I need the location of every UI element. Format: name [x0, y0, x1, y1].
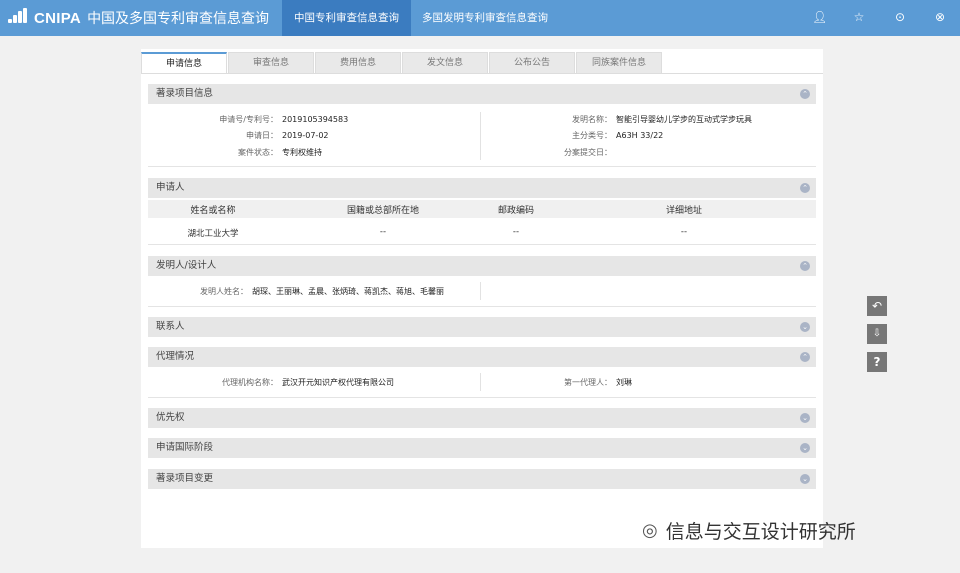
main-class-label: 主分类号： [572, 131, 612, 140]
field-main-class: 主分类号： A63H 33/22 [488, 130, 663, 141]
help-icon[interactable]: ? [867, 352, 887, 372]
nav-tab-multinational[interactable]: 多国发明专利审查信息查询 [410, 0, 560, 36]
first-agent-value: 刘琳 [616, 378, 632, 387]
logo[interactable]: CNIPA 中国及多国专利审查信息查询 [8, 0, 269, 36]
bibliographic-body: 申请号/专利号： 2019105394583 申请日： 2019-07-02 案件状… [148, 104, 816, 167]
invention-name-value: 智能引导婴幼儿学步的互动式学步玩具 [616, 115, 752, 124]
app-date-label: 申请日： [246, 131, 278, 140]
user-icon[interactable]: 👤︎ [812, 10, 827, 24]
field-divisional-date: 分案提交日： [488, 147, 612, 158]
logo-icon [8, 8, 30, 28]
applicant-country: -- [379, 227, 387, 237]
section-inventor[interactable]: 发明人/设计人 ⌃ [148, 256, 816, 276]
invention-name-label: 发明名称： [572, 115, 612, 124]
column-header: 邮政编码 [497, 206, 534, 216]
nav-tab-china[interactable]: 中国专利审查信息查询 [282, 0, 411, 36]
applicant-name: 湖北工业大学 [187, 229, 239, 239]
tab-publication[interactable]: 公布公告 [489, 52, 575, 74]
inventor-body: 发明人姓名： 胡琛、王丽琳、孟晨、张炳琦、蒋凯杰、蒋旭、毛馨丽 [148, 276, 816, 307]
section-title: 优先权 [156, 412, 185, 423]
back-icon[interactable]: ↶ [867, 296, 887, 316]
field-first-agent: 第一代理人： 刘琳 [488, 377, 632, 388]
section-title: 代理情况 [156, 351, 195, 362]
swap-icon[interactable]: ⊙ [893, 10, 907, 24]
tab-application-info[interactable]: 申请信息 [141, 52, 227, 74]
tab-examination-info[interactable]: 审查信息 [228, 52, 314, 74]
section-applicant[interactable]: 申请人 ⌃ [148, 178, 816, 198]
field-invention-name: 发明名称： 智能引导婴幼儿学步的互动式学步玩具 [488, 114, 752, 125]
tab-fee-info[interactable]: 费用信息 [315, 52, 401, 74]
top-bar: CNIPA 中国及多国专利审查信息查询 中国专利审查信息查询 多国发明专利审查信… [0, 0, 960, 36]
logo-text: CNIPA [34, 9, 82, 27]
column-divider [480, 112, 481, 160]
section-contact[interactable]: 联系人 ⌄ [148, 317, 816, 337]
inventors-value: 胡琛、王丽琳、孟晨、张炳琦、蒋凯杰、蒋旭、毛馨丽 [252, 287, 444, 296]
expand-icon[interactable]: ⌄ [800, 443, 810, 453]
field-app-date: 申请日： 2019-07-02 [148, 130, 329, 141]
wechat-icon: ◎ [642, 519, 658, 541]
watermark: ◎ 信息与交互设计研究所 [642, 518, 856, 543]
section-international-phase[interactable]: 申请国际阶段 ⌄ [148, 438, 816, 458]
logo-title: 中国及多国专利审查信息查询 [87, 11, 270, 27]
applicant-address: -- [680, 227, 688, 237]
expand-icon[interactable]: ⌄ [800, 413, 810, 423]
info-tabs: 申请信息 审查信息 费用信息 发文信息 公布公告 同族案件信息 [141, 52, 663, 74]
expand-icon[interactable]: ⌄ [800, 474, 810, 484]
tab-family-info[interactable]: 同族案件信息 [576, 52, 662, 74]
close-icon[interactable]: ⊗ [933, 10, 947, 24]
collapse-icon[interactable]: ⌃ [800, 89, 810, 99]
status-value: 专利权维持 [282, 148, 322, 157]
agency-name-value: 武汉开元知识产权代理有限公司 [282, 378, 394, 387]
main-class-value: A63H 33/22 [616, 131, 664, 140]
section-priority[interactable]: 优先权 ⌄ [148, 408, 816, 428]
expand-icon[interactable]: ⌄ [800, 322, 810, 332]
field-app-no: 申请号/专利号： 2019105394583 [148, 114, 348, 125]
field-status: 案件状态： 专利权维持 [148, 147, 322, 158]
section-title: 申请国际阶段 [156, 442, 214, 453]
section-bibliographic-changes[interactable]: 著录项目变更 ⌄ [148, 469, 816, 489]
first-agent-label: 第一代理人： [564, 378, 612, 387]
applicant-table-header: 姓名或名称 国籍或总部所在地 邮政编码 详细地址 [148, 200, 816, 218]
section-title: 联系人 [156, 321, 185, 332]
app-no-label: 申请号/专利号： [219, 115, 278, 124]
divisional-date-label: 分案提交日： [564, 148, 612, 157]
section-title: 著录项目变更 [156, 473, 214, 484]
field-inventors: 发明人姓名： 胡琛、王丽琳、孟晨、张炳琦、蒋凯杰、蒋旭、毛馨丽 [148, 286, 444, 297]
star-icon[interactable]: ☆ [852, 10, 866, 24]
applicant-body: 湖北工业大学 -- -- -- [148, 218, 816, 245]
agency-body: 代理机构名称： 武汉开元知识产权代理有限公司 第一代理人： 刘琳 [148, 367, 816, 398]
collapse-icon[interactable]: ⌃ [800, 352, 810, 362]
section-title: 著录项目信息 [156, 88, 214, 99]
section-bibliographic[interactable]: 著录项目信息 ⌃ [148, 84, 816, 104]
column-divider [480, 282, 481, 300]
collapse-icon[interactable]: ⌃ [800, 261, 810, 271]
inventors-label: 发明人姓名： [200, 287, 248, 296]
column-divider [480, 373, 481, 391]
tab-notice-info[interactable]: 发文信息 [402, 52, 488, 74]
tab-divider [141, 73, 823, 74]
watermark-text: 信息与交互设计研究所 [665, 520, 856, 543]
column-header: 详细地址 [665, 206, 702, 216]
applicant-postcode: -- [512, 227, 520, 237]
export-icon[interactable]: ⇩ [867, 324, 887, 344]
collapse-icon[interactable]: ⌃ [800, 183, 810, 193]
status-label: 案件状态： [238, 148, 278, 157]
field-agency-name: 代理机构名称： 武汉开元知识产权代理有限公司 [148, 377, 394, 388]
app-date-value: 2019-07-02 [282, 131, 329, 140]
section-agency[interactable]: 代理情况 ⌃ [148, 347, 816, 367]
agency-name-label: 代理机构名称： [222, 378, 278, 387]
column-header: 国籍或总部所在地 [346, 206, 419, 216]
section-title: 发明人/设计人 [156, 260, 217, 271]
column-header: 姓名或名称 [190, 206, 236, 216]
app-no-value: 2019105394583 [282, 115, 349, 124]
section-title: 申请人 [156, 182, 185, 193]
